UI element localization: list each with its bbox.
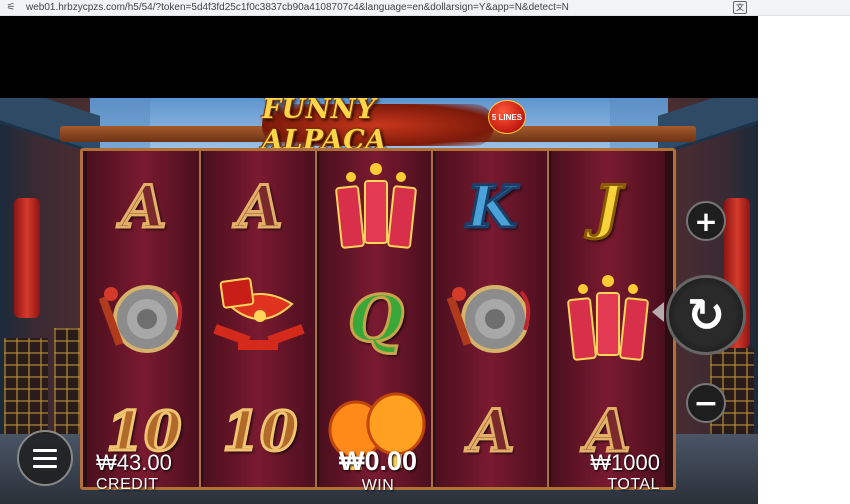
translate-icon[interactable]: 文 [733, 1, 747, 14]
reel-cell [319, 151, 433, 263]
firecracker-knot-icon [213, 277, 305, 350]
bet-decrease-button[interactable]: − [686, 383, 726, 423]
win-label: WIN [361, 477, 395, 494]
menu-icon [33, 444, 57, 473]
reel-cell: Q [319, 263, 433, 375]
lines-badge-text: 5 LINES [491, 112, 523, 122]
minus-icon: − [693, 385, 719, 421]
reel-cell [435, 263, 549, 375]
address-bar[interactable]: ⚟ web01.hrbzycpzs.com/h5/54/?token=5d4f3… [0, 0, 850, 16]
win-display: ₩0.00 WIN [336, 446, 420, 495]
gong-icon [447, 285, 531, 353]
firecrackers-icon [567, 275, 649, 361]
tune-icon[interactable]: ⚟ [4, 1, 18, 15]
symbol-k: K [465, 172, 518, 243]
firecrackers-icon [335, 163, 417, 249]
symbol-q: Q [347, 280, 406, 358]
game-stage: FUNNY ALPACA 5 LINES A 10 A 10 Q K A J A… [0, 98, 758, 504]
reel-cell: A [87, 151, 201, 263]
reel-cell: A [203, 151, 317, 263]
total-bet-display: ₩1000 TOTAL [588, 450, 660, 494]
reels-frame: A 10 A 10 Q K A J A [80, 148, 676, 490]
reel-cell [87, 263, 201, 375]
reel-4: K A [435, 151, 549, 487]
reel-5: J A [551, 151, 665, 487]
url-text[interactable]: web01.hrbzycpzs.com/h5/54/?token=5d4f3fd… [26, 2, 726, 13]
gong-icon [99, 285, 183, 353]
lattice-window [54, 328, 82, 438]
symbol-a: A [120, 172, 168, 243]
credit-label: CREDIT [96, 476, 159, 493]
win-value: ₩0.00 [338, 446, 418, 476]
refresh-icon: ↻ [686, 288, 726, 342]
spin-button[interactable]: ↻ [666, 275, 746, 355]
lattice-window [4, 338, 48, 438]
reel-cell: J [551, 151, 665, 263]
total-value: ₩1000 [590, 450, 660, 475]
reel-1: A 10 [87, 151, 201, 487]
reel-2: A 10 [203, 151, 317, 487]
reel-3: Q [319, 151, 433, 487]
letterbox [0, 16, 758, 98]
game-logo: FUNNY ALPACA [262, 98, 494, 156]
lantern-decoration [14, 198, 40, 318]
plus-icon: + [694, 204, 718, 238]
lines-badge: 5 LINES [488, 100, 526, 134]
reel-cell: 10 [203, 375, 317, 487]
total-label: TOTAL [607, 476, 660, 493]
symbol-10: 10 [221, 398, 299, 465]
symbol-a: A [236, 172, 284, 243]
credit-value: ₩43.00 [96, 450, 172, 475]
credit-display: ₩43.00 CREDIT [96, 450, 172, 494]
symbol-j: J [593, 172, 624, 243]
menu-button[interactable] [17, 430, 73, 486]
symbol-a: A [468, 396, 516, 467]
reel-cell: K [435, 151, 549, 263]
reel-cell [203, 263, 317, 375]
reel-cell [551, 263, 665, 375]
spin-arrow-indicator [652, 302, 664, 322]
bet-increase-button[interactable]: + [686, 201, 726, 241]
reel-cell: A [435, 375, 549, 487]
